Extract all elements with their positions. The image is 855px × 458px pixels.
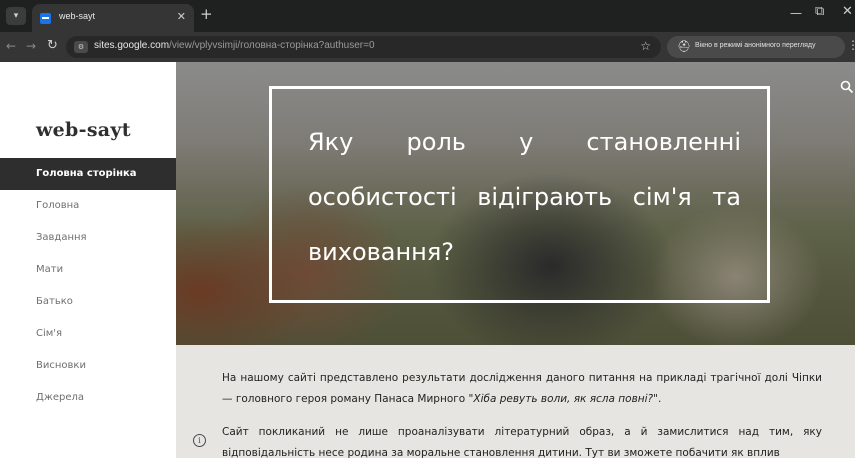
incognito-badge[interactable]: ⛑ Вікно в режимі анонімного перегляду	[667, 36, 845, 58]
back-arrow-icon[interactable]: ←	[6, 39, 16, 53]
web-page: web-sayt Головна сторінка Головна Завдан…	[0, 62, 855, 458]
close-tab-icon[interactable]: ✕	[177, 10, 186, 23]
url-text[interactable]: sites.google.com/view/vplyvsimji/головна…	[94, 40, 375, 51]
tab-search-icon[interactable]: ▾	[6, 7, 26, 25]
url-host: sites.google.com	[94, 40, 170, 51]
restore-icon[interactable]: ⧉	[815, 4, 824, 19]
incognito-label: Вікно в режимі анонімного перегляду	[695, 42, 816, 49]
hero-frame: Яку роль у становленні особистості відіг…	[269, 86, 770, 303]
info-icon[interactable]: i	[193, 434, 206, 447]
nav-item-mother[interactable]: Мати	[0, 254, 176, 286]
new-tab-icon[interactable]: +	[200, 6, 213, 22]
google-sites-favicon-icon	[40, 13, 51, 24]
search-icon[interactable]	[840, 80, 854, 94]
site-navigation: Головна сторінка Головна Завдання Мати Б…	[0, 158, 176, 414]
nav-item-family[interactable]: Сім'я	[0, 318, 176, 350]
window-close-icon[interactable]: ✕	[842, 4, 853, 19]
content-section: На нашому сайті представлено результати …	[176, 345, 855, 458]
browser-tab-bar: ▾ web-sayt ✕ + — ⧉ ✕	[0, 0, 855, 32]
nav-item-tasks[interactable]: Завдання	[0, 222, 176, 254]
intro-paragraph: На нашому сайті представлено результати …	[222, 368, 822, 410]
novel-title: "Хіба ревуть воли, як ясла повні?"	[468, 393, 658, 405]
forward-arrow-icon[interactable]: →	[26, 39, 36, 53]
browser-menu-icon[interactable]: ⋮	[847, 38, 855, 52]
tab-title: web-sayt	[59, 11, 96, 21]
nav-item-sources[interactable]: Джерела	[0, 382, 176, 414]
site-sidebar: web-sayt Головна сторінка Головна Завдан…	[0, 62, 176, 458]
hero-banner: Яку роль у становленні особистості відіг…	[176, 62, 855, 345]
incognito-icon: ⛑	[677, 40, 691, 53]
browser-tab[interactable]: web-sayt ✕	[32, 4, 194, 32]
reload-icon[interactable]: ↻	[47, 38, 58, 53]
url-path: /view/vplyvsimji/головна-сторінка?authus…	[169, 40, 375, 51]
bookmark-star-icon[interactable]: ☆	[640, 39, 651, 53]
nav-item-conclusions[interactable]: Висновки	[0, 350, 176, 382]
nav-item-main[interactable]: Головна	[0, 190, 176, 222]
nav-item-father[interactable]: Батько	[0, 286, 176, 318]
browser-toolbar: ← → ↻ ⚙ sites.google.com/view/vplyvsimji…	[0, 32, 855, 62]
hero-heading: Яку роль у становленні особистості відіг…	[308, 128, 741, 266]
address-bar[interactable]: ⚙ sites.google.com/view/vplyvsimji/голов…	[66, 36, 661, 58]
site-title[interactable]: web-sayt	[36, 119, 131, 141]
purpose-paragraph: Сайт покликаний не лише проаналізувати л…	[222, 426, 822, 458]
minimize-icon[interactable]: —	[790, 6, 802, 20]
site-info-icon[interactable]: ⚙	[74, 41, 88, 53]
intro-suffix: .	[657, 393, 662, 405]
nav-item-home-page[interactable]: Головна сторінка	[0, 158, 176, 190]
